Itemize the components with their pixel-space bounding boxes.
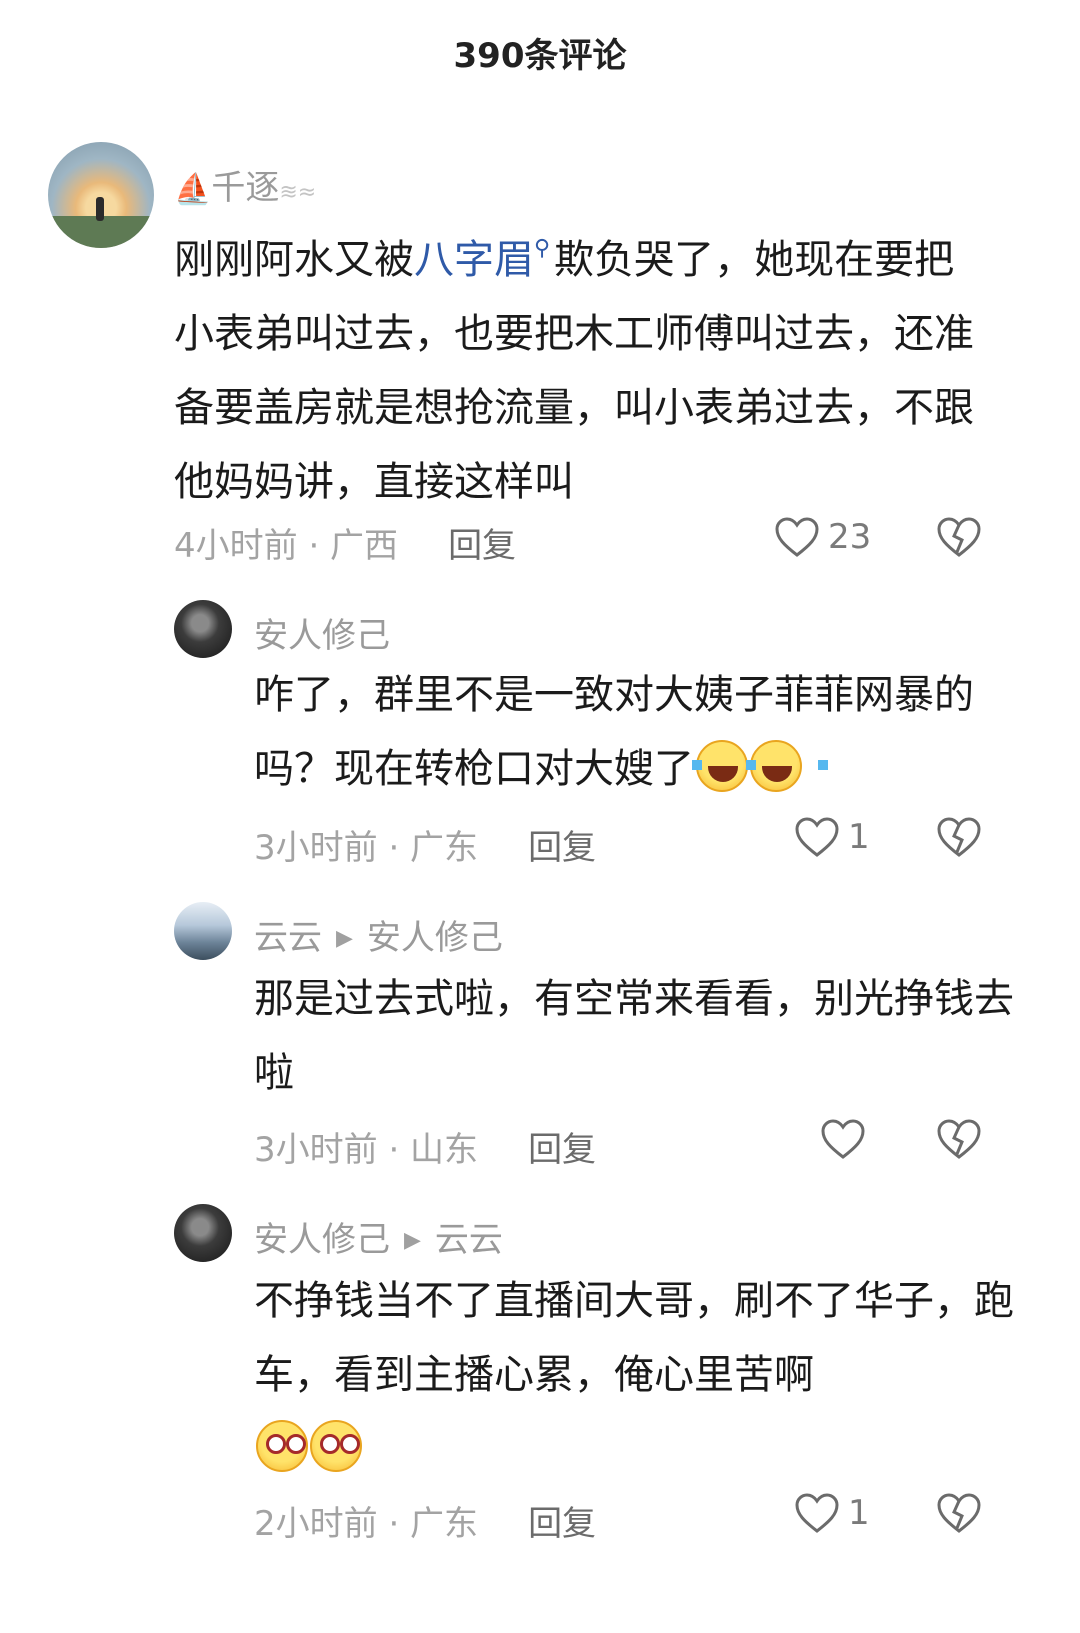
reply-button[interactable]: 回复 <box>448 526 516 566</box>
time-location: 2小时前 · 广东 <box>254 1504 479 1544</box>
reply-to-username[interactable]: 安人修己 <box>367 918 503 958</box>
username-row: 安人修己 ▶ 云云 <box>254 1212 503 1261</box>
broken-heart-icon[interactable] <box>936 516 982 558</box>
comment-text: 咋了，群里不是一致对大姨子菲菲网暴的吗？现在转枪口对大嫂了 <box>254 672 974 792</box>
comment-count-title: 390条评论 <box>453 36 627 76</box>
wide-eyes-emoji <box>256 1420 308 1472</box>
comment-meta: 4小时前 · 广西 回复 <box>174 518 516 567</box>
time-location: 3小时前 · 广东 <box>254 828 479 868</box>
reply-arrow-icon: ▶ <box>404 1228 421 1253</box>
comment-text: 不挣钱当不了直播间大哥，刷不了华子，跑车，看到主播心累，俺心里苦啊 <box>254 1264 1014 1486</box>
username[interactable]: 安人修己 <box>254 608 390 657</box>
comments-page: 390条评论 ⛵千逐≋≈ 刚刚阿水又被八字眉⚲ 欺负哭了，她现在要把小表弟叫过去，… <box>0 0 1080 1633</box>
avatar[interactable] <box>174 600 232 658</box>
reply-to-username[interactable]: 云云 <box>435 1220 503 1260</box>
username-row: 云云 ▶ 安人修己 <box>254 910 503 959</box>
username[interactable]: 安人修己 <box>254 1220 390 1260</box>
reply-button[interactable]: 回复 <box>528 1504 596 1544</box>
wide-eyes-emoji <box>310 1420 362 1472</box>
search-icon: ⚲ <box>534 236 551 261</box>
comment-meta: 3小时前 · 广东 回复 <box>254 820 596 869</box>
like-button[interactable]: 1 <box>794 1492 870 1534</box>
laugh-cry-emoji <box>746 740 828 792</box>
like-button[interactable]: 1 <box>794 816 870 858</box>
reply-arrow-icon: ▶ <box>336 926 353 951</box>
heart-icon <box>775 517 819 557</box>
broken-heart-icon[interactable] <box>936 816 982 858</box>
like-button[interactable] <box>820 1118 874 1160</box>
username[interactable]: ⛵千逐≋≈ <box>174 160 316 209</box>
broken-heart-icon[interactable] <box>936 1118 982 1160</box>
heart-icon <box>821 1119 865 1159</box>
heart-icon <box>795 1493 839 1533</box>
avatar[interactable] <box>174 1204 232 1262</box>
like-count: 1 <box>848 1493 870 1533</box>
broken-heart-icon[interactable] <box>936 1492 982 1534</box>
username[interactable]: 云云 <box>254 918 322 958</box>
like-count: 23 <box>828 517 872 557</box>
wing-icon: ≋≈ <box>279 180 317 205</box>
laugh-cry-emoji <box>692 740 774 792</box>
comment-text: 刚刚阿水又被八字眉⚲ 欺负哭了，她现在要把小表弟叫过去，也要把木工师傅叫过去，还准… <box>174 212 994 519</box>
time-location: 3小时前 · 山东 <box>254 1130 479 1170</box>
comment-meta: 3小时前 · 山东 回复 <box>254 1122 596 1171</box>
time-location: 4小时前 · 广西 <box>174 526 399 566</box>
like-count: 1 <box>848 817 870 857</box>
avatar[interactable] <box>48 142 154 248</box>
heart-icon <box>795 817 839 857</box>
comment-meta: 2小时前 · 广东 回复 <box>254 1496 596 1545</box>
reply-button[interactable]: 回复 <box>528 1130 596 1170</box>
avatar[interactable] <box>174 902 232 960</box>
comment-text: 那是过去式啦，有空常来看看，别光挣钱去啦 <box>254 976 1014 1096</box>
like-button[interactable]: 23 <box>774 516 871 558</box>
reply-button[interactable]: 回复 <box>528 828 596 868</box>
topic-link[interactable]: 八字眉 <box>414 237 534 283</box>
boat-icon: ⛵ <box>174 172 212 207</box>
